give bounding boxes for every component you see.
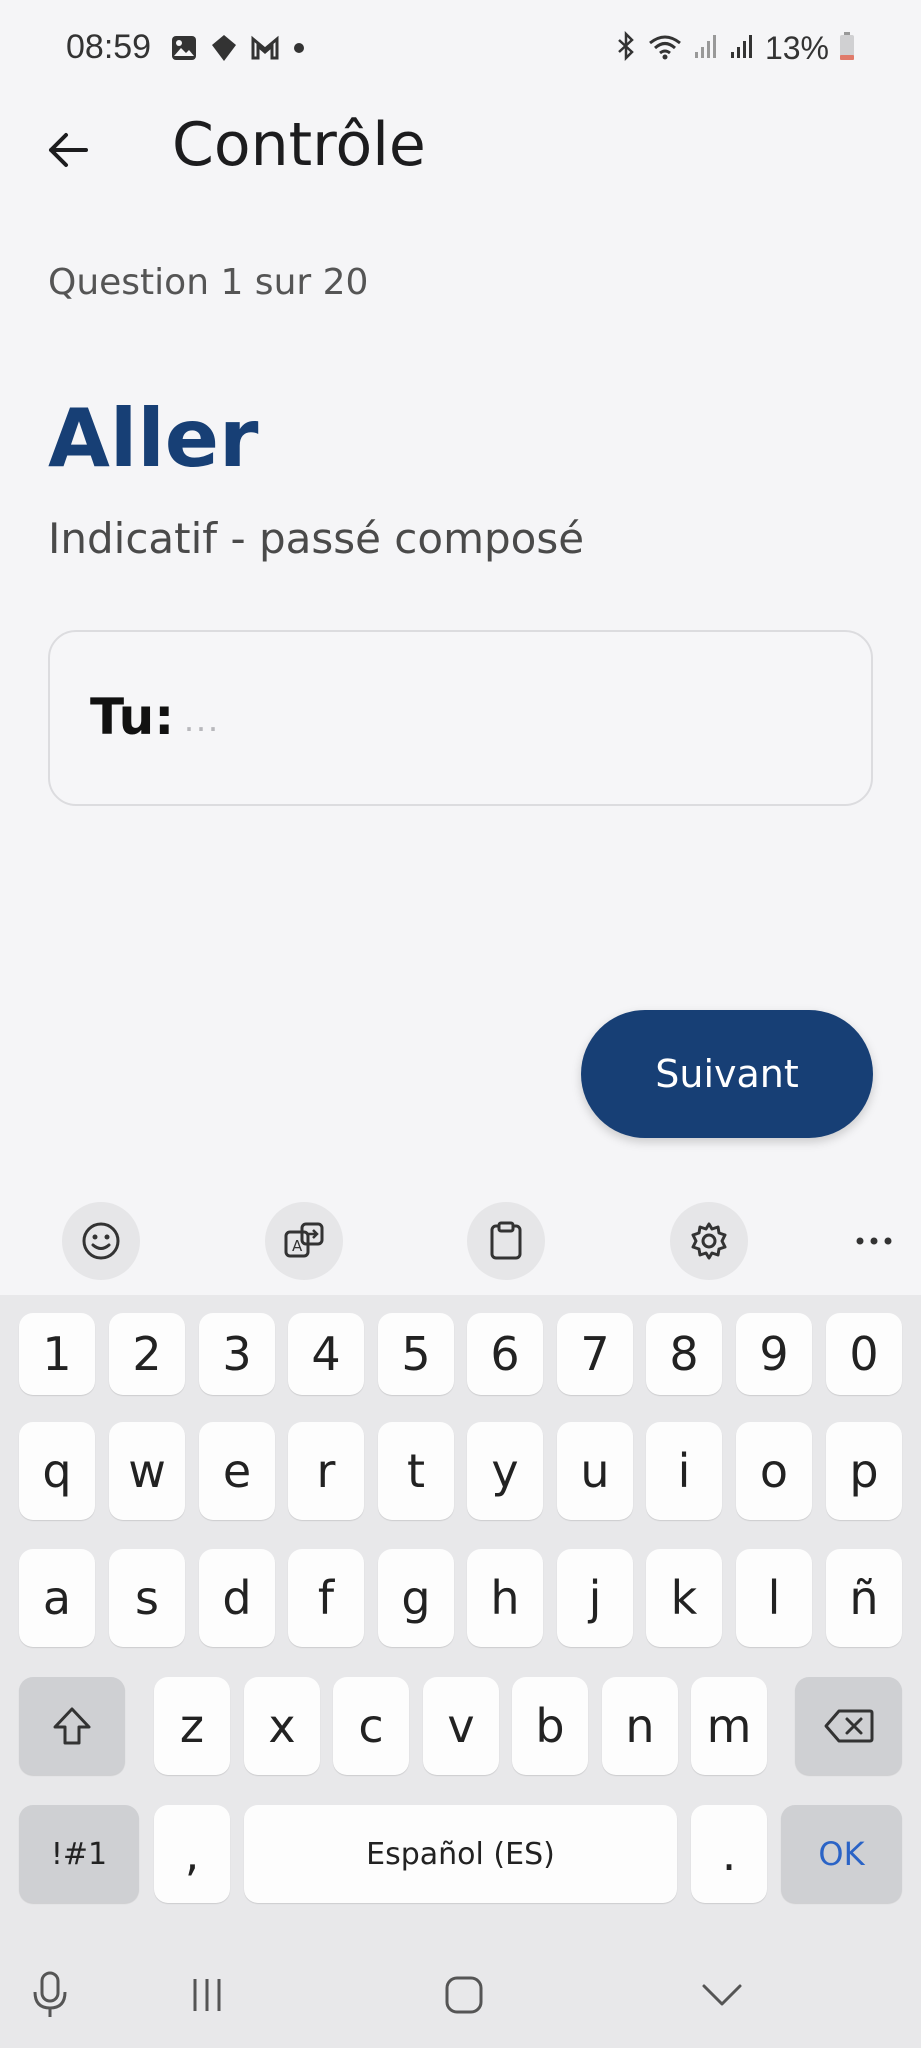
shift-key[interactable] [19,1677,125,1775]
backspace-key[interactable] [795,1677,902,1775]
key-8[interactable]: 8 [646,1313,722,1395]
key-q[interactable]: q [19,1422,95,1520]
signal-icon [693,32,719,65]
translate-button[interactable]: A [265,1202,343,1280]
key-k[interactable]: k [646,1549,722,1647]
translate-icon: A [284,1222,324,1258]
battery-icon [839,31,855,66]
key-b[interactable]: b [512,1677,588,1775]
signal-icon [729,32,755,65]
comma-key[interactable]: , [154,1805,230,1903]
space-key[interactable]: Español (ES) [244,1805,677,1903]
microphone-button[interactable] [20,1965,80,2025]
verb-title: Aller [48,392,259,485]
home-icon [445,1976,483,2014]
key-c[interactable]: c [333,1677,409,1775]
arrow-left-icon [49,133,88,167]
wifi-icon [647,31,683,66]
key-n-tilde[interactable]: ñ [826,1549,902,1647]
key-u[interactable]: u [557,1422,633,1520]
dot-icon [292,41,306,60]
question-counter: Question 1 sur 20 [48,262,369,303]
clipboard-icon [490,1221,522,1260]
keyboard: 1 2 3 4 5 6 7 8 9 0 q w e r t y u i o p … [0,1295,921,1935]
key-p[interactable]: p [826,1422,902,1520]
key-6[interactable]: 6 [467,1313,543,1395]
settings-icon [691,1222,727,1260]
pronoun-label: Tu: [90,688,175,746]
key-l[interactable]: l [736,1549,812,1647]
hide-keyboard-button[interactable] [692,1965,752,2025]
image-icon [170,34,198,67]
emoji-button[interactable] [62,1202,140,1280]
back-button[interactable] [40,122,96,178]
status-time: 08:59 [66,28,152,66]
microphone-icon [33,1971,67,2017]
key-a[interactable]: a [19,1549,95,1647]
settings-button[interactable] [670,1202,748,1280]
emoji-icon [82,1222,120,1260]
clipboard-button[interactable] [467,1202,545,1280]
key-r[interactable]: r [288,1422,364,1520]
key-d[interactable]: d [199,1549,275,1647]
diamond-app-icon [210,33,238,68]
key-t[interactable]: t [378,1422,454,1520]
hide-keyboard-icon [702,1984,742,2006]
key-1[interactable]: 1 [19,1313,95,1395]
ok-key[interactable]: OK [781,1805,902,1903]
key-f[interactable]: f [288,1549,364,1647]
key-9[interactable]: 9 [736,1313,812,1395]
status-bar: 08:59 13% [0,0,921,100]
key-v[interactable]: v [423,1677,499,1775]
key-w[interactable]: w [109,1422,185,1520]
symbols-key[interactable]: !#1 [19,1805,139,1903]
key-4[interactable]: 4 [288,1313,364,1395]
answer-card[interactable]: Tu: ... [48,630,873,806]
recent-apps-icon [193,1979,221,2011]
app-bar: Contrôle [0,100,921,230]
more-button[interactable] [844,1202,904,1280]
key-z[interactable]: z [154,1677,230,1775]
gmail-icon [250,35,280,66]
keyboard-toolbar: A [0,1190,921,1295]
home-button[interactable] [434,1965,494,2025]
key-e[interactable]: e [199,1422,275,1520]
key-h[interactable]: h [467,1549,543,1647]
tense-label: Indicatif - passé composé [48,514,585,563]
shift-icon [53,1707,91,1745]
backspace-icon [824,1709,873,1743]
key-s[interactable]: s [109,1549,185,1647]
period-key[interactable]: . [691,1805,767,1903]
next-button[interactable]: Suivant [581,1010,873,1138]
key-g[interactable]: g [378,1549,454,1647]
key-o[interactable]: o [736,1422,812,1520]
bluetooth-icon [615,30,637,66]
navigation-bar [0,1935,921,2048]
key-7[interactable]: 7 [557,1313,633,1395]
key-5[interactable]: 5 [378,1313,454,1395]
page-title: Contrôle [172,110,426,180]
key-3[interactable]: 3 [199,1313,275,1395]
more-icon [856,1237,892,1245]
answer-input[interactable]: ... [184,698,220,740]
key-n[interactable]: n [602,1677,678,1775]
key-i[interactable]: i [646,1422,722,1520]
key-2[interactable]: 2 [109,1313,185,1395]
key-j[interactable]: j [557,1549,633,1647]
battery-percentage: 13% [764,30,829,66]
key-0[interactable]: 0 [826,1313,902,1395]
key-x[interactable]: x [244,1677,320,1775]
key-y[interactable]: y [467,1422,543,1520]
key-m[interactable]: m [691,1677,767,1775]
recent-apps-button[interactable] [177,1965,237,2025]
